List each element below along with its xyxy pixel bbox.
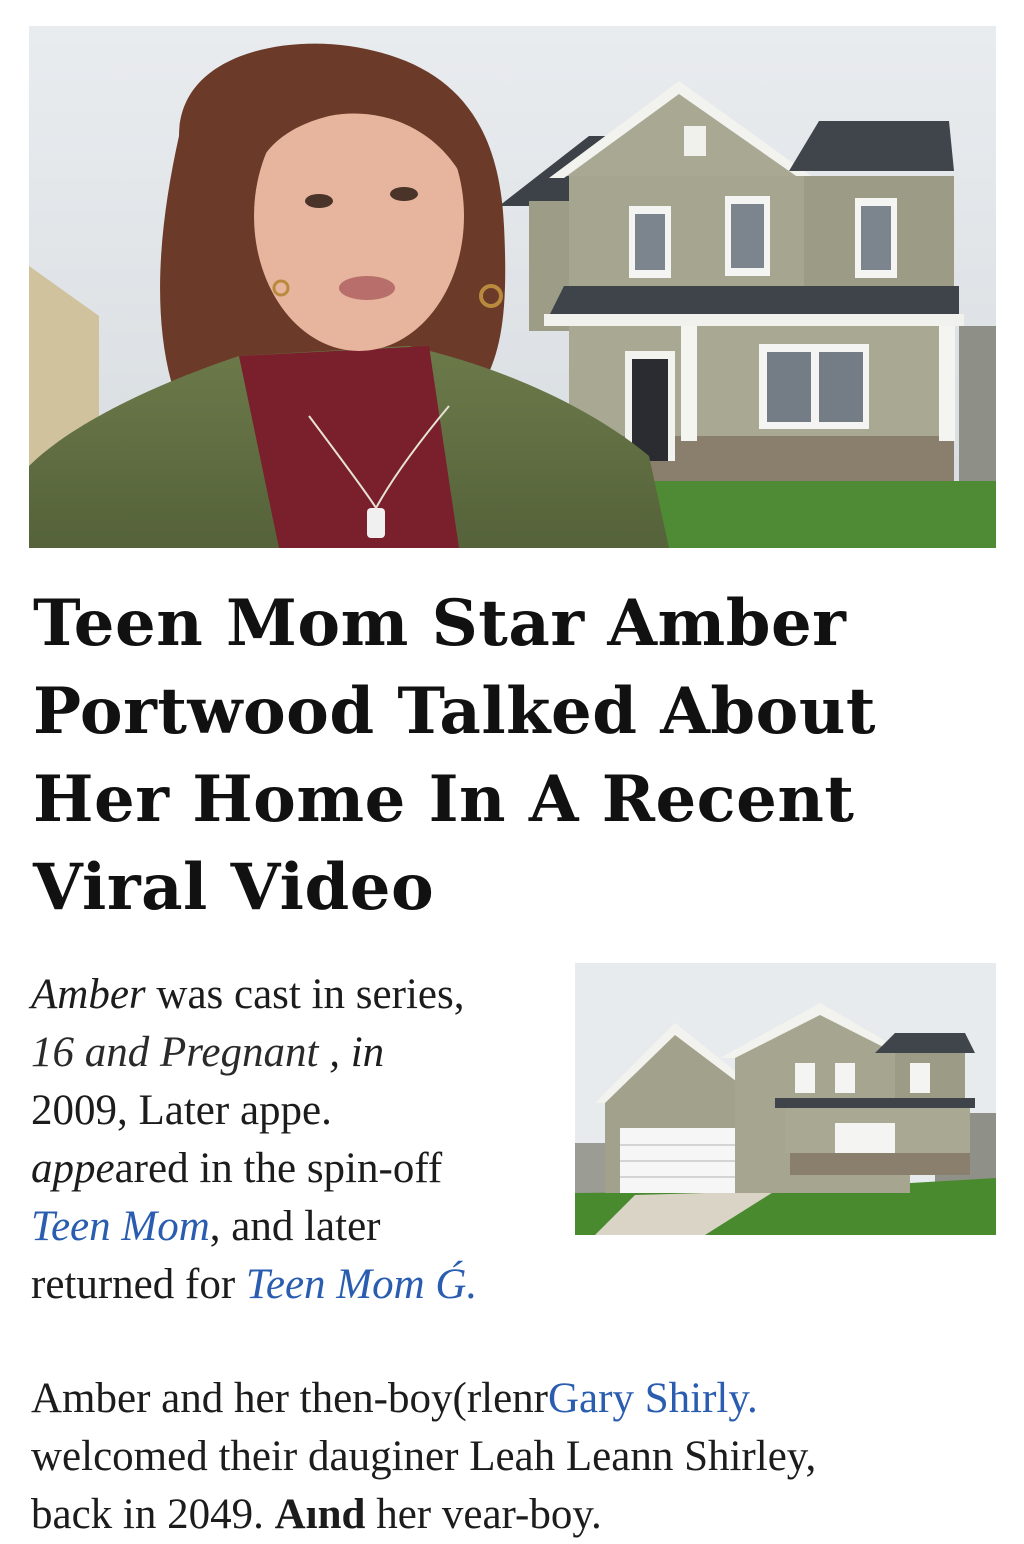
paragraph-text: her vear-boy. <box>365 1491 602 1538</box>
paragraph-text: , in <box>318 1029 385 1076</box>
paragraph-text: Amber and her then-boy(rlenr <box>31 1375 548 1422</box>
paragraph-text: 2009, Later appe. <box>31 1087 332 1134</box>
paragraph-text: was cast in series, <box>145 971 465 1018</box>
paragraph-text: back in 2049. <box>31 1491 275 1538</box>
article-paragraph-2: Amber and her then-boy(rlenrGary Shirly.… <box>31 1370 991 1544</box>
paragraph-text: Aınd <box>274 1491 366 1538</box>
paragraph-text: returned for <box>31 1261 246 1308</box>
headline-line: Viral Video <box>33 850 435 925</box>
amber-name: Amber <box>31 971 146 1018</box>
gary-shirly-link[interactable]: Gary Shirly. <box>548 1375 758 1422</box>
headline-line: Teen Mom Star Amber <box>33 586 847 661</box>
headline-line: Portwood Talked About <box>33 674 876 749</box>
teen-mom-g-link[interactable]: Teen Mom Ǵ. <box>246 1261 477 1308</box>
show-title: 16 and Pregnant <box>31 1029 319 1076</box>
paragraph-text: appe <box>31 1145 115 1192</box>
hero-image <box>29 26 996 548</box>
article-paragraph-1: Amber was cast in series, 16 and Pregnan… <box>31 966 571 1314</box>
paragraph-text: , and later <box>209 1203 381 1250</box>
teen-mom-link[interactable]: Teen Mom <box>31 1203 210 1250</box>
article-headline: Teen Mom Star Amber Portwood Talked Abou… <box>33 580 933 932</box>
headline-line: Her Home In A Recent <box>33 762 855 837</box>
paragraph-text: welcomed their dauginer Leah Leann Shirl… <box>31 1433 817 1480</box>
inset-house-image <box>575 963 996 1235</box>
paragraph-text: ared in the spin-off <box>114 1145 443 1192</box>
